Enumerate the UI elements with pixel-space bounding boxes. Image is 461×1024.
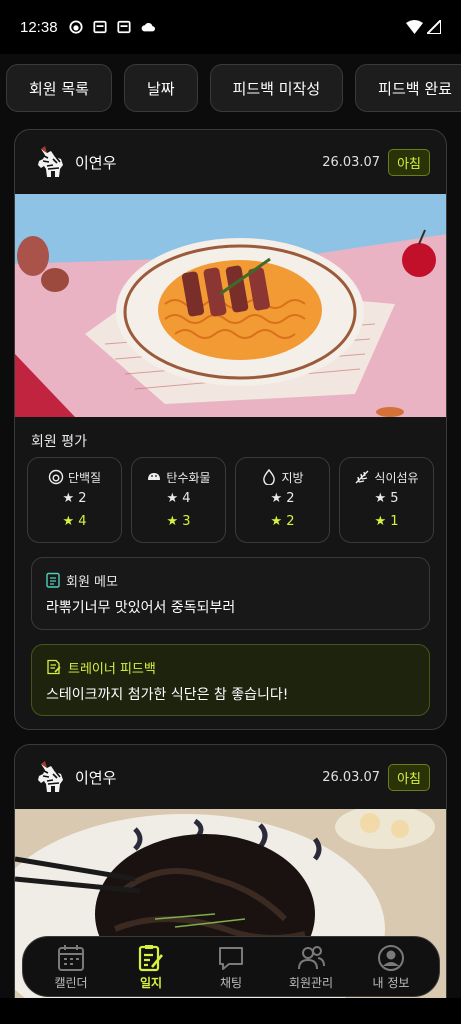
wifi-icon	[406, 20, 423, 34]
meal-entry-card[interactable]: 이연우 26.03.07 아침 회원 평가 단백질 ★ 2 ★ 4 탄수화물 ★…	[14, 129, 447, 730]
meal-photo[interactable]	[15, 194, 447, 417]
nav-label: 캘린더	[54, 975, 88, 990]
nav-label: 채팅	[219, 975, 243, 990]
rating-section-title: 회원 평가	[31, 434, 87, 450]
member-name: 이연우	[75, 153, 117, 172]
nav-label: 내 정보	[372, 975, 410, 990]
nutrient-fat: 지방 ★ 2 ★ 2	[235, 457, 330, 543]
member-name: 이연우	[75, 768, 117, 787]
nutrient-carbs: 탄수화물 ★ 4 ★ 3	[131, 457, 226, 543]
card-header: 이연우 26.03.07 아침	[15, 130, 446, 194]
feedback-text: 스테이크까지 첨가한 식단은 참 좋습니다!	[46, 687, 289, 703]
entry-date: 26.03.07	[322, 154, 381, 170]
filter-row: 회원 목록 날짜 피드백 미작성 피드백 완료	[0, 64, 461, 114]
calendar-icon	[58, 944, 84, 971]
filter-member-list[interactable]: 회원 목록	[6, 64, 112, 112]
trainer-rating: ★ 3	[166, 514, 191, 529]
trainer-rating: ★ 2	[270, 514, 295, 529]
profile-icon	[378, 944, 404, 971]
chat-icon	[219, 946, 243, 970]
nutrient-label: 지방	[281, 470, 304, 485]
filter-feedback-done[interactable]: 피드백 완료	[355, 64, 461, 112]
nutrient-label: 탄수화물	[166, 470, 211, 485]
nav-label: 회원관리	[288, 975, 334, 990]
nutrient-label: 식이섬유	[374, 470, 419, 485]
protein-icon	[48, 469, 64, 485]
card-header: 이연우 26.03.07 아침	[15, 745, 446, 809]
journal-icon	[138, 944, 163, 971]
nutrient-protein: 단백질 ★ 2 ★ 4	[27, 457, 122, 543]
fat-icon	[263, 469, 276, 485]
filter-date[interactable]: 날짜	[123, 64, 198, 112]
zebra-avatar-icon	[38, 146, 63, 177]
member-rating: ★ 4	[166, 491, 191, 506]
member-memo-box: 회원 메모 라뽂기너무 맛있어서 중독되부러	[31, 557, 430, 630]
trainer-rating: ★ 4	[62, 514, 87, 529]
memo-icon	[46, 572, 60, 588]
nutrient-fiber: 식이섬유 ★ 5 ★ 1	[339, 457, 434, 543]
filter-feedback-pending[interactable]: 피드백 미작성	[209, 64, 344, 112]
member-rating: ★ 2	[270, 491, 295, 506]
nutrient-ratings: 단백질 ★ 2 ★ 4 탄수화물 ★ 4 ★ 3 지방 ★ 2 ★ 2 식이섬유	[15, 457, 446, 543]
nutrient-label: 단백질	[67, 470, 102, 485]
memo-text: 라뽂기너무 맛있어서 중독되부러	[46, 600, 236, 616]
nav-journal[interactable]: 일지	[116, 943, 186, 991]
bottom-nav: 캘린더 일지 채팅 회원관리 내 정보	[22, 936, 440, 997]
system-gesture-bar	[0, 998, 461, 1024]
members-icon	[298, 945, 325, 969]
nav-chat[interactable]: 채팅	[196, 943, 266, 991]
status-bar: 12:38	[0, 0, 461, 54]
cloud-icon	[141, 22, 155, 32]
app-notification-icon	[68, 20, 83, 34]
nav-members[interactable]: 회원관리	[276, 943, 346, 991]
nav-label: 일지	[139, 975, 163, 990]
entry-date: 26.03.07	[322, 769, 381, 785]
member-rating: ★ 2	[62, 491, 87, 506]
carb-icon	[148, 473, 161, 480]
meal-type-badge: 아침	[388, 763, 430, 791]
nav-calendar[interactable]: 캘린더	[36, 943, 106, 991]
member-rating: ★ 5	[374, 491, 399, 506]
signal-icon	[427, 20, 441, 34]
memo-title: 회원 메모	[66, 574, 118, 590]
feedback-title: 트레이너 피드백	[68, 661, 156, 677]
trainer-feedback-box: 트레이너 피드백 스테이크까지 첨가한 식단은 참 좋습니다!	[31, 644, 430, 716]
status-time: 12:38	[20, 18, 58, 36]
calendar-notification-icon	[92, 20, 107, 34]
zebra-avatar-icon	[38, 761, 63, 792]
calendar-notification-icon	[116, 20, 131, 34]
nav-profile[interactable]: 내 정보	[356, 943, 426, 991]
meal-type-badge: 아침	[388, 148, 430, 176]
fiber-icon	[355, 470, 369, 484]
trainer-rating: ★ 1	[374, 514, 399, 529]
feedback-icon	[47, 659, 61, 675]
